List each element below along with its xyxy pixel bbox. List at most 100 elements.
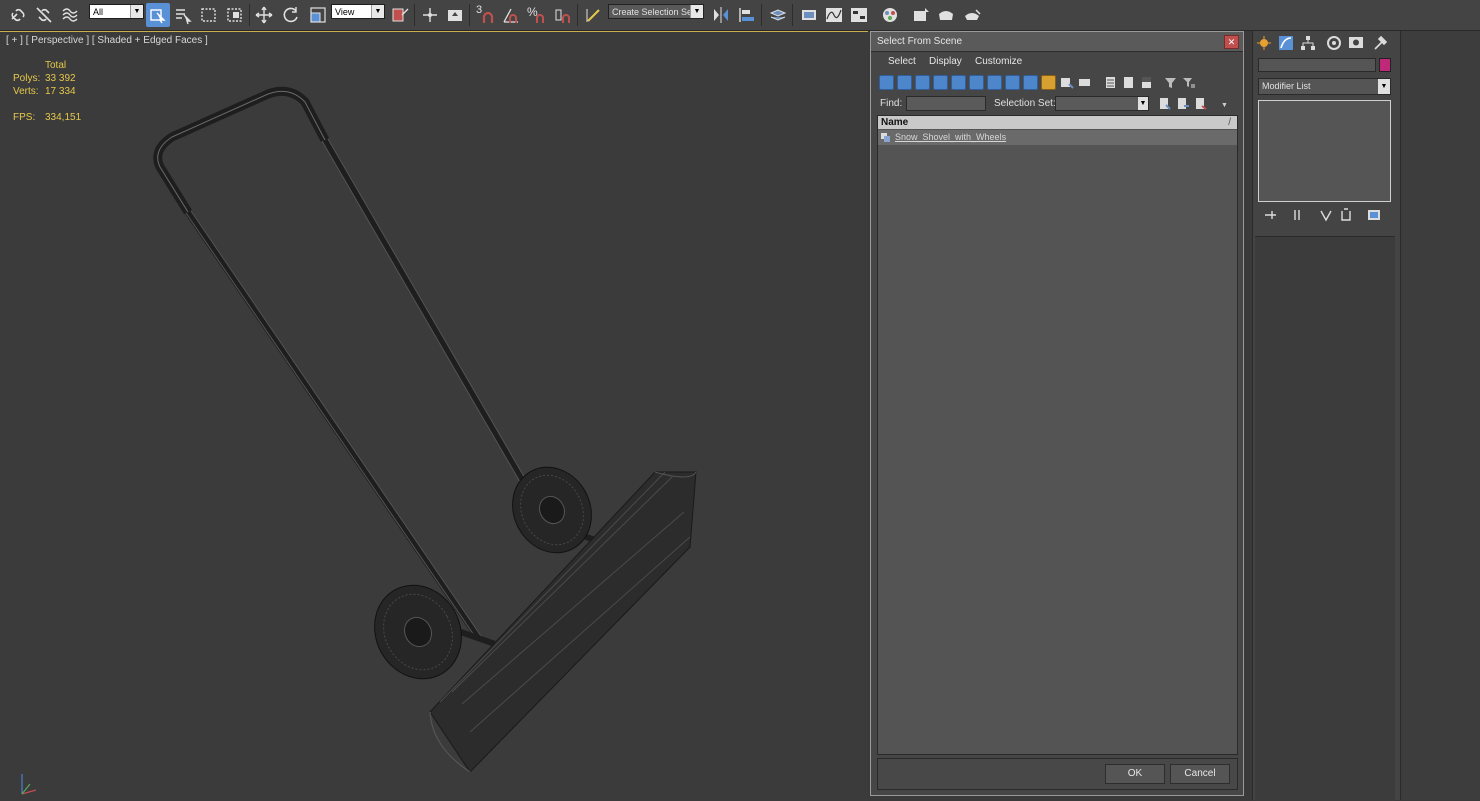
move-icon[interactable] [252, 3, 276, 27]
toolbar-separator [792, 4, 793, 26]
keyboard-shortcut-icon[interactable] [443, 3, 467, 27]
chevron-down-icon: ▼ [1378, 79, 1390, 94]
select-manipulate-icon[interactable] [418, 3, 442, 27]
link-icon[interactable] [6, 3, 30, 27]
snow-shovel-wireframe[interactable] [0, 32, 868, 801]
pivot-icon[interactable] [388, 3, 412, 27]
column-name-label: Name [881, 117, 909, 128]
display-icon[interactable] [1347, 34, 1365, 52]
rotate-icon[interactable] [279, 3, 303, 27]
angle-snap-icon[interactable] [499, 3, 523, 27]
toolbar-separator [577, 4, 578, 26]
selection-filter-combo[interactable]: All ▼ [89, 4, 144, 19]
find-label: Find: [880, 98, 903, 109]
snap-label: 3 [476, 4, 483, 16]
perspective-viewport[interactable]: [ + ] [ Perspective ] [ Shaded + Edged F… [0, 31, 868, 801]
render-icon[interactable] [960, 3, 984, 27]
toolbar-separator [414, 4, 415, 26]
menu-customize[interactable]: Customize [975, 56, 1022, 67]
make-unique-icon[interactable] [1319, 208, 1335, 222]
filter-icon[interactable] [1163, 75, 1178, 90]
scale-icon[interactable] [306, 3, 330, 27]
graphite-tools-icon[interactable] [797, 3, 821, 27]
column-header-name[interactable]: Name / [878, 116, 1237, 129]
expand-options-icon[interactable]: ▼ [1221, 102, 1231, 110]
align-icon[interactable] [735, 3, 759, 27]
close-icon[interactable]: ✕ [1224, 35, 1239, 49]
motion-icon[interactable] [1325, 34, 1343, 52]
axis-gizmo [21, 774, 37, 795]
dialog-footer: OK Cancel [877, 758, 1238, 790]
select-all-icon[interactable] [1103, 75, 1118, 90]
named-selection-set-value: Create Selection Se [612, 7, 693, 17]
display-hidden-icon[interactable] [1077, 75, 1092, 90]
display-shapes-icon[interactable] [897, 75, 912, 90]
select-none-icon[interactable] [1121, 75, 1136, 90]
ok-button[interactable]: OK [1105, 764, 1165, 784]
remove-modifier-icon[interactable] [1339, 208, 1355, 222]
reference-coordinate-combo[interactable]: View ▼ [331, 4, 385, 19]
rendered-frame-icon[interactable] [934, 3, 958, 27]
dialog-titlebar[interactable]: Select From Scene ✕ [871, 32, 1243, 52]
percent-label: % [527, 5, 538, 19]
create-set-icon[interactable] [1157, 96, 1173, 112]
display-xrefs-icon[interactable] [1005, 75, 1020, 90]
display-helpers-icon[interactable] [951, 75, 966, 90]
window-crossing-icon[interactable] [223, 3, 247, 27]
schematic-view-icon[interactable] [847, 3, 871, 27]
display-lights-icon[interactable] [915, 75, 930, 90]
menu-display[interactable]: Display [929, 56, 962, 67]
show-end-result-icon[interactable] [1291, 208, 1307, 222]
chevron-down-icon: ▼ [690, 5, 703, 18]
configure-modifier-sets-icon[interactable] [1367, 208, 1383, 222]
modifier-stack[interactable] [1258, 100, 1391, 202]
unlink-icon[interactable] [32, 3, 56, 27]
command-panel: Modifier List ▼ [1252, 31, 1401, 801]
remove-from-set-icon[interactable] [1193, 96, 1209, 112]
select-invert-icon[interactable] [1139, 75, 1154, 90]
chevron-down-icon: ▼ [1138, 97, 1148, 110]
create-icon[interactable] [1255, 34, 1273, 52]
select-object-icon[interactable] [146, 3, 170, 27]
editable-poly-icon [881, 133, 890, 142]
display-bones-icon[interactable] [1023, 75, 1038, 90]
select-from-scene-dialog: Select From Scene ✕ Select Display Custo… [870, 31, 1244, 796]
utilities-icon[interactable] [1371, 34, 1389, 52]
add-to-set-icon[interactable] [1175, 96, 1191, 112]
scene-object-list[interactable]: Name / Snow_Shovel_with_Wheels [877, 115, 1238, 755]
snap-icon[interactable]: 3 [474, 3, 498, 27]
display-geometry-icon[interactable] [879, 75, 894, 90]
select-by-name-icon[interactable] [171, 3, 195, 27]
cancel-button[interactable]: Cancel [1170, 764, 1230, 784]
spinner-snap-icon[interactable] [551, 3, 575, 27]
pin-stack-icon[interactable] [1263, 208, 1279, 222]
list-item[interactable]: Snow_Shovel_with_Wheels [878, 130, 1237, 145]
dialog-title: Select From Scene [877, 36, 963, 47]
find-input[interactable] [906, 96, 986, 111]
toolbar-separator [249, 4, 250, 26]
render-setup-icon[interactable] [909, 3, 933, 27]
modifier-list-dropdown[interactable]: Modifier List ▼ [1258, 78, 1391, 95]
material-editor-icon[interactable] [878, 3, 902, 27]
curve-editor-icon[interactable] [822, 3, 846, 27]
display-cameras-icon[interactable] [933, 75, 948, 90]
edit-named-sets-icon[interactable] [582, 3, 606, 27]
display-groups-icon[interactable] [987, 75, 1002, 90]
layer-manager-icon[interactable] [766, 3, 790, 27]
bind-spacewarp-icon[interactable] [58, 3, 82, 27]
mirror-icon[interactable] [709, 3, 733, 27]
display-spacewarps-icon[interactable] [969, 75, 984, 90]
object-name-field[interactable] [1258, 58, 1376, 72]
percent-snap-icon[interactable]: % [525, 3, 549, 27]
rect-region-icon[interactable] [197, 3, 221, 27]
named-selection-set-combo[interactable]: Create Selection Se ▼ [608, 4, 704, 19]
modify-icon[interactable] [1277, 34, 1295, 52]
selection-set-combo[interactable]: ▼ [1055, 96, 1149, 111]
selection-set-label: Selection Set: [994, 98, 1056, 109]
menu-select[interactable]: Select [888, 56, 916, 67]
display-containers-icon[interactable] [1041, 75, 1056, 90]
display-frozen-icon[interactable] [1059, 75, 1074, 90]
object-color-swatch[interactable] [1379, 58, 1391, 72]
hierarchy-icon[interactable] [1299, 34, 1317, 52]
filter-options-icon[interactable] [1181, 75, 1196, 90]
